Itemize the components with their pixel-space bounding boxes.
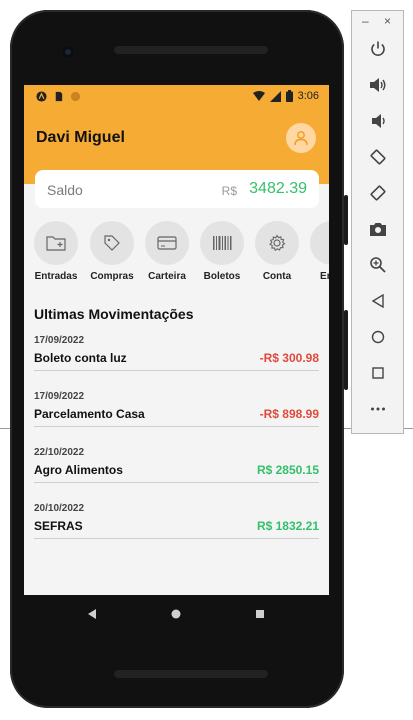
gear-icon (269, 234, 286, 252)
divider (34, 426, 319, 427)
front-camera (62, 46, 74, 58)
power-icon (371, 41, 385, 56)
movement-description: Boleto conta luz (34, 351, 127, 365)
divider (34, 538, 319, 539)
movement-item[interactable]: 17/09/2022 Parcelamento Casa -R$ 898.99 (34, 391, 319, 447)
movement-description: SEFRAS (34, 519, 83, 533)
movement-amount: -R$ 300.98 (259, 351, 319, 365)
volume-up-icon (370, 78, 386, 92)
volume-down-button[interactable] (364, 107, 392, 135)
movement-date: 20/10/2022 (34, 503, 85, 514)
balance-value: 3482.39 (249, 180, 307, 197)
movements-title: Ultimas Movimentações (34, 306, 194, 322)
battery-icon (285, 90, 293, 102)
android-nav-bar (24, 595, 329, 635)
shortcut-label: Em c (320, 271, 329, 282)
movement-description: Parcelamento Casa (34, 407, 145, 421)
movements-list: 17/09/2022 Boleto conta luz -R$ 300.98 1… (34, 335, 319, 559)
camera-icon (370, 223, 386, 236)
status-time: 3:06 (297, 90, 319, 102)
rotate-left-button[interactable] (364, 143, 392, 171)
balance-card: Saldo R$ 3482.39 (35, 170, 319, 208)
movement-date: 17/09/2022 (34, 335, 85, 346)
app-screen: 3:06 Davi Miguel Saldo R$ 3482.39 Entrad… (24, 85, 329, 595)
home-button[interactable] (364, 323, 392, 351)
earpiece (114, 46, 268, 54)
movement-amount: R$ 1832.21 (256, 519, 319, 533)
folder-plus-icon (46, 236, 66, 251)
nav-home-button[interactable] (168, 606, 184, 622)
signal-icon (269, 90, 281, 102)
bottom-speaker (114, 670, 268, 678)
nav-back-button[interactable] (84, 606, 100, 622)
movement-item[interactable]: 22/10/2022 Agro Alimentos R$ 2850.15 (34, 447, 319, 503)
shortcut-compras[interactable]: Compras (86, 221, 138, 282)
emulator-toolbar-header: – × (352, 11, 405, 31)
divider (34, 370, 319, 371)
overview-button[interactable] (364, 359, 392, 387)
shortcut-label: Compras (90, 271, 134, 282)
home-circle-icon (171, 609, 181, 619)
overview-icon (372, 367, 384, 379)
emulator-toolbar: – × (351, 10, 404, 434)
tag-icon (104, 235, 120, 251)
user-name: Davi Miguel (36, 129, 125, 146)
wifi-icon (252, 90, 265, 101)
balance-label: Saldo (47, 182, 83, 198)
screenshot-button[interactable] (364, 215, 392, 243)
power-button[interactable] (364, 35, 392, 63)
movement-amount: R$ 2850.15 (256, 463, 319, 477)
balance-currency: R$ (221, 184, 237, 198)
nav-recents-button[interactable] (252, 606, 268, 622)
close-button[interactable]: × (384, 14, 391, 28)
shortcut-conta[interactable]: Conta (251, 221, 303, 282)
android-notification-icon (36, 91, 47, 102)
recents-square-icon (256, 610, 264, 618)
zoom-icon (370, 257, 386, 273)
shortcut-entradas[interactable]: Entradas (30, 221, 82, 282)
movement-date: 17/09/2022 (34, 391, 85, 402)
movement-description: Agro Alimentos (34, 463, 123, 477)
more-options-button[interactable] (364, 395, 392, 423)
shortcut-bar: Entradas Compras Carteira Boletos Conta … (24, 221, 329, 282)
sync-icon (70, 91, 81, 102)
back-triangle-icon (88, 609, 96, 619)
shortcut-label: Entradas (34, 271, 78, 282)
shortcut-carteira[interactable]: Carteira (141, 221, 193, 282)
zoom-button[interactable] (364, 251, 392, 279)
barcode-icon (213, 236, 232, 250)
rotate-right-icon (370, 185, 386, 201)
movement-amount: -R$ 898.99 (259, 407, 319, 421)
user-icon (294, 131, 308, 146)
minimize-button[interactable]: – (362, 14, 369, 28)
movement-date: 22/10/2022 (34, 447, 85, 458)
volume-side-button (344, 310, 348, 390)
shortcut-boletos[interactable]: Boletos (196, 221, 248, 282)
shortcut-label: Carteira (148, 271, 186, 282)
rotate-left-icon (370, 149, 386, 165)
movement-item[interactable]: 17/09/2022 Boleto conta luz -R$ 300.98 (34, 335, 319, 391)
rotate-right-button[interactable] (364, 179, 392, 207)
shortcut-label: Conta (262, 271, 292, 282)
back-icon (371, 294, 384, 308)
home-icon (371, 330, 385, 344)
more-icon (371, 407, 385, 411)
shortcut-label: Boletos (203, 271, 241, 282)
movement-item[interactable]: 20/10/2022 SEFRAS R$ 1832.21 (34, 503, 319, 559)
profile-avatar-button[interactable] (286, 123, 316, 153)
volume-up-button[interactable] (364, 71, 392, 99)
volume-down-icon (372, 114, 385, 128)
power-side-button (344, 195, 348, 245)
back-button[interactable] (364, 287, 392, 315)
status-bar: 3:06 (24, 85, 329, 109)
divider (34, 482, 319, 483)
sd-card-icon (55, 91, 63, 102)
shortcut-more[interactable]: Em c (306, 221, 329, 282)
card-icon (157, 236, 177, 250)
